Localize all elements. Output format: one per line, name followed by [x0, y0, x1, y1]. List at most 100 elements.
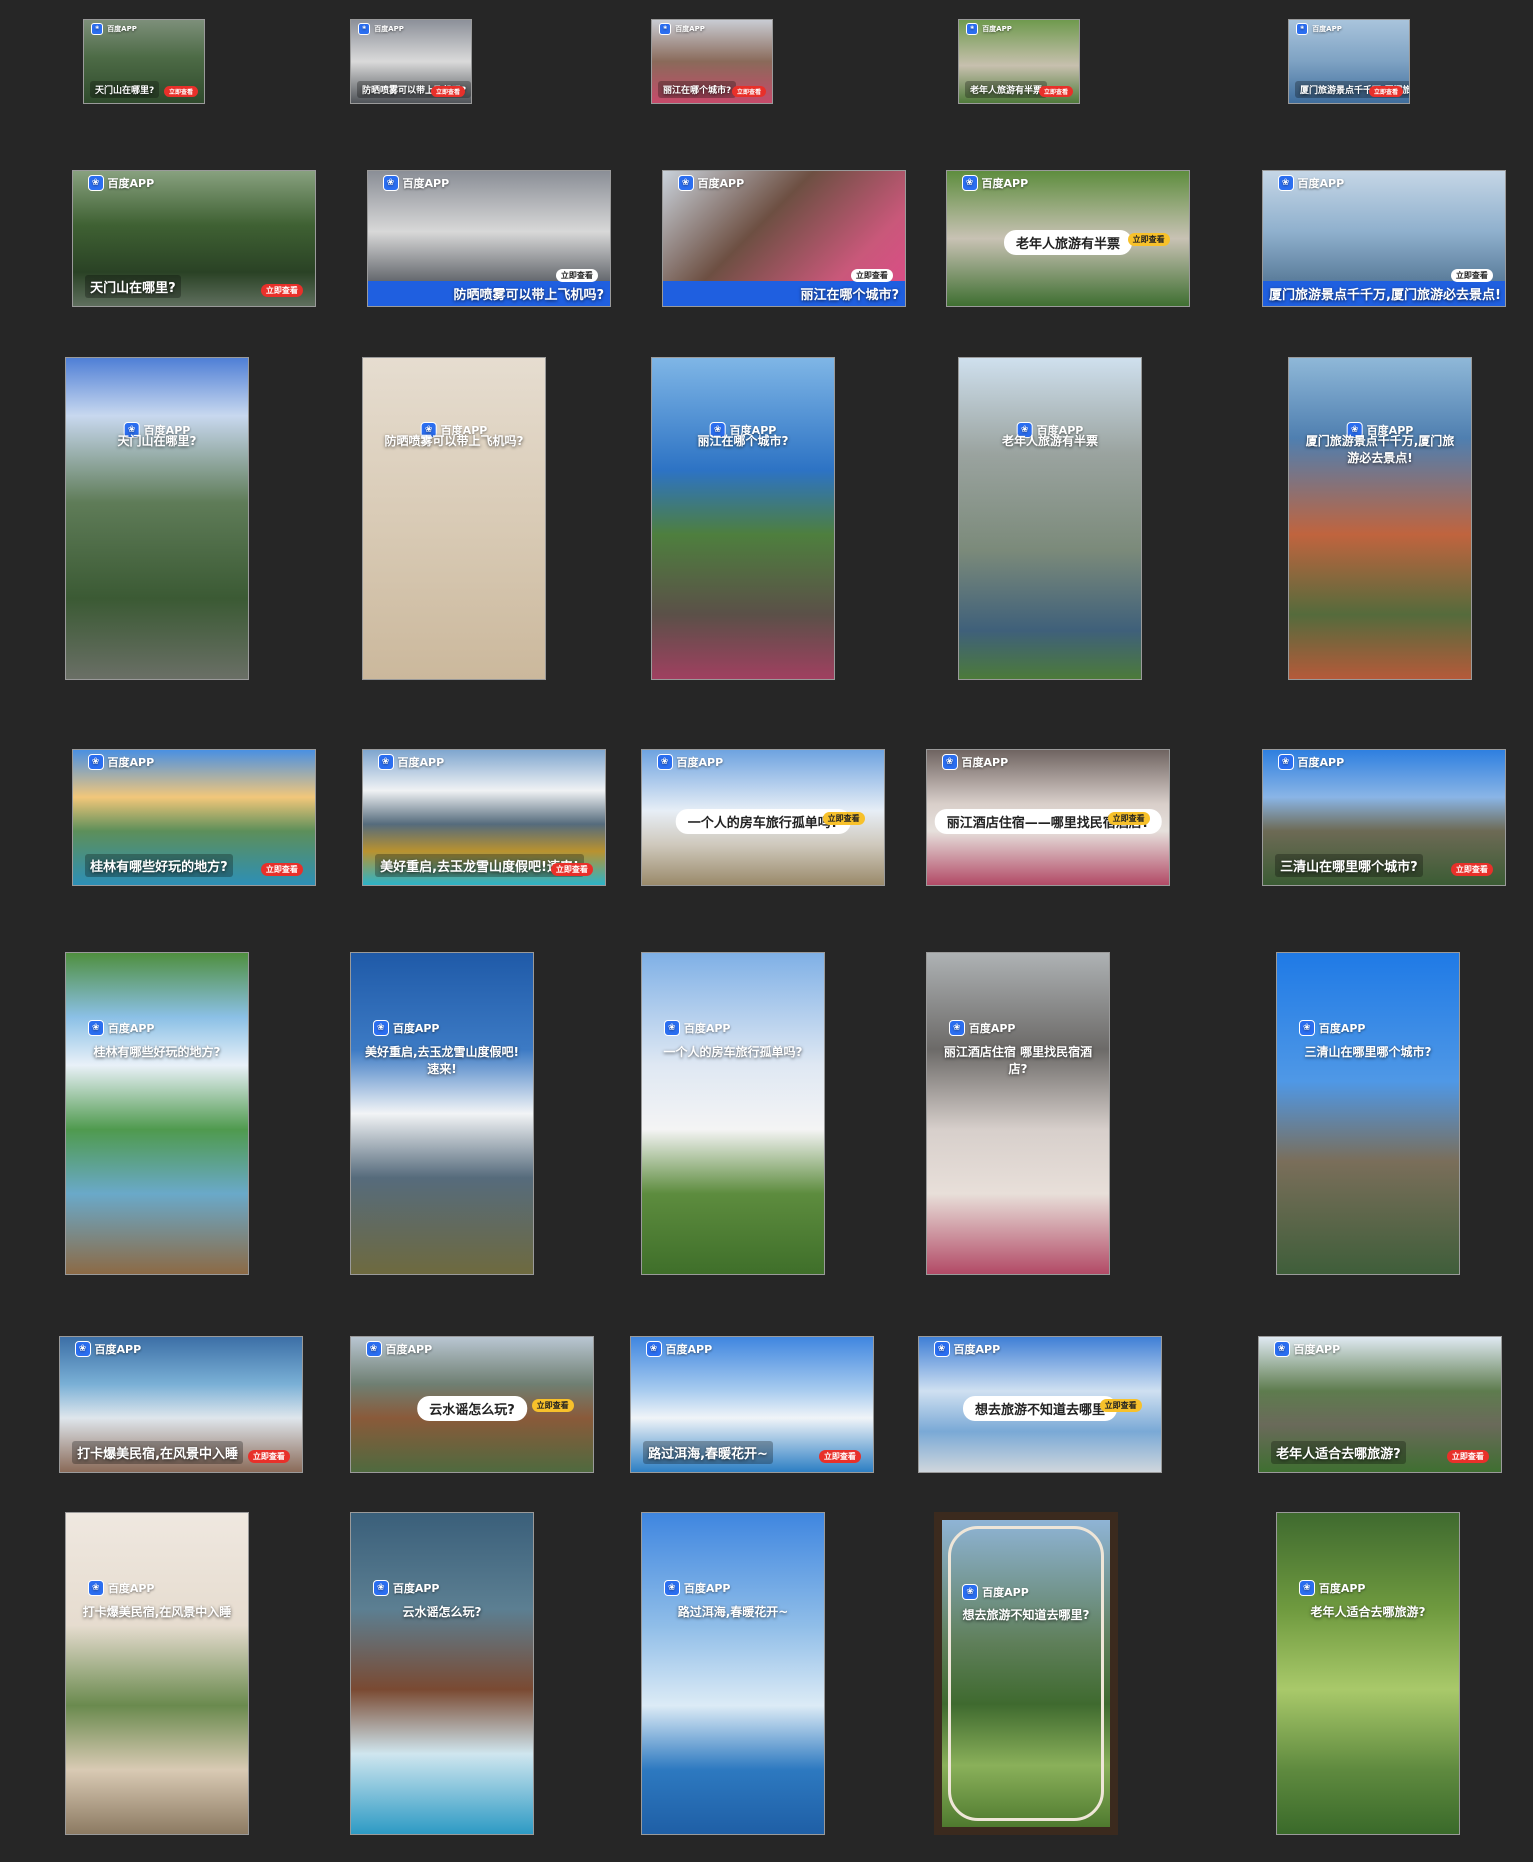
paw-icon: ❀ [677, 175, 694, 192]
view-now-button[interactable]: 立即查看 [1107, 812, 1150, 826]
ad-creative-17[interactable]: ❀ 百度APP 美好重启,去玉龙雪山度假吧!速来! 立即查看 [362, 749, 606, 886]
brand-label: 百度APP [392, 1022, 440, 1036]
baidu-app-logo: ❀ 百度APP [1298, 1580, 1365, 1597]
view-now-button[interactable]: 立即查看 [247, 1449, 290, 1463]
baidu-app-logo: ❀ 百度APP [966, 22, 1012, 35]
ad-creative-3[interactable]: ❀ 百度APP 丽江在哪个城市? 立即查看 [651, 19, 773, 104]
ad-creative-32[interactable]: ❀ 百度APP 云水谣怎么玩? [350, 1512, 534, 1835]
ad-creative-31[interactable]: ❀ 百度APP 打卡爆美民宿,在风景中入睡 [65, 1512, 249, 1835]
brand-label: 百度APP [94, 1343, 142, 1357]
ad-caption: 老年人适合去哪旅游? [1271, 1440, 1406, 1464]
ad-creative-26[interactable]: ❀ 百度APP 打卡爆美民宿,在风景中入睡 立即查看 [59, 1336, 303, 1473]
paw-icon: ❀ [1296, 22, 1309, 35]
paw-icon: ❀ [382, 175, 399, 192]
baidu-app-logo: ❀ 百度APP [87, 754, 154, 771]
ad-creative-22[interactable]: ❀ 百度APP 美好重启,去玉龙雪山度假吧!速来! [350, 952, 534, 1275]
baidu-app-logo: ❀ 百度APP [365, 1341, 433, 1358]
view-now-button[interactable]: 立即查看 [1446, 1449, 1489, 1463]
brand-label: 百度APP [392, 1582, 440, 1596]
baidu-app-logo: ❀ 百度APP [948, 1020, 1015, 1037]
ad-creative-29[interactable]: ❀ 百度APP 想去旅游不知道去哪里 立即查看 [918, 1336, 1162, 1473]
ad-creative-1[interactable]: ❀ 百度APP 天门山在哪里? 立即查看 [83, 19, 205, 104]
ad-creative-34[interactable]: ❀ 百度APP 想去旅游不知道去哪里? [934, 1512, 1118, 1835]
ad-caption: 天门山在哪里? [90, 81, 160, 99]
paw-icon: ❀ [1277, 175, 1294, 192]
ad-creative-33[interactable]: ❀ 百度APP 路过洱海,春暖花开~ [641, 1512, 825, 1835]
view-now-button[interactable]: 立即查看 [818, 1449, 861, 1463]
baidu-app-logo: ❀ 百度APP [663, 1020, 731, 1037]
view-now-button[interactable]: 立即查看 [822, 812, 865, 826]
ad-creative-7[interactable]: ❀ 百度APP 防晒喷雾可以带上飞机吗? 立即查看 [367, 170, 611, 307]
ad-creative-2[interactable]: ❀ 百度APP 防晒喷雾可以带上飞机吗? 立即查看 [350, 19, 472, 104]
ad-creative-14[interactable]: ❀ 百度APP 老年人旅游有半票 [958, 357, 1142, 680]
ad-creative-16[interactable]: ❀ 百度APP 桂林有哪些好玩的地方? 立即查看 [72, 749, 316, 886]
baidu-app-logo: ❀ 百度APP [659, 22, 705, 35]
ad-creative-23[interactable]: ❀ 百度APP 一个人的房车旅行孤单吗? [641, 952, 825, 1275]
ad-creative-30[interactable]: ❀ 百度APP 老年人适合去哪旅游? 立即查看 [1258, 1336, 1502, 1473]
paw-icon: ❀ [1277, 754, 1294, 771]
ad-creative-18[interactable]: ❀ 百度APP 一个人的房车旅行孤单吗? 立即查看 [641, 749, 885, 886]
ad-caption: 防晒喷雾可以带上飞机吗? [384, 433, 524, 448]
baidu-app-logo: ❀ 百度APP [358, 22, 404, 35]
baidu-app-logo: ❀ 百度APP [1277, 754, 1344, 771]
ad-creative-19[interactable]: ❀ 百度APP 丽江酒店住宿——哪里找民宿酒店? 立即查看 [926, 749, 1170, 886]
baidu-app-logo: ❀ 百度APP [377, 754, 444, 771]
baidu-app-logo: ❀ 百度APP [372, 1020, 440, 1037]
ad-creative-28[interactable]: ❀ 百度APP 路过洱海,春暖花开~ 立即查看 [630, 1336, 874, 1473]
brand-label: 百度APP [385, 1343, 433, 1357]
view-now-button[interactable]: 立即查看 [163, 86, 198, 98]
view-now-button[interactable]: 立即查看 [531, 1399, 574, 1413]
ad-creative-9[interactable]: ❀ 百度APP 老年人旅游有半票 立即查看 [946, 170, 1190, 307]
ad-creative-35[interactable]: ❀ 百度APP 老年人适合去哪旅游? [1276, 1512, 1460, 1835]
ad-creative-25[interactable]: ❀ 百度APP 三清山在哪里哪个城市? [1276, 952, 1460, 1275]
ad-caption: 三清山在哪里哪个城市? [1275, 853, 1423, 877]
ad-caption: 防晒喷雾可以带上飞机吗? [368, 281, 610, 306]
baidu-app-logo: ❀ 百度APP [1298, 1020, 1365, 1037]
paw-icon: ❀ [663, 1020, 680, 1037]
ad-caption: 想去旅游不知道去哪里 [962, 1396, 1118, 1422]
view-now-button[interactable]: 立即查看 [1038, 86, 1073, 98]
view-now-button[interactable]: 立即查看 [260, 283, 303, 297]
view-now-button[interactable]: 立即查看 [555, 268, 598, 282]
ad-caption: 云水谣怎么玩? [417, 1396, 527, 1422]
view-now-button[interactable]: 立即查看 [1368, 86, 1403, 98]
ad-creative-21[interactable]: ❀ 百度APP 桂林有哪些好玩的地方? [65, 952, 249, 1275]
ad-creative-6[interactable]: ❀ 百度APP 天门山在哪里? 立即查看 [72, 170, 316, 307]
ad-creative-10[interactable]: ❀ 百度APP 厦门旅游景点千千万,厦门旅游必去景点! 立即查看 [1262, 170, 1506, 307]
paw-icon: ❀ [372, 1580, 389, 1597]
paw-icon: ❀ [933, 1341, 950, 1358]
ad-creative-5[interactable]: ❀百度APP厦门旅游景点千千万,厦门旅游必去景点!立即查看 [1288, 19, 1410, 104]
brand-label: 百度APP [953, 1343, 1001, 1357]
paw-icon: ❀ [74, 1341, 91, 1358]
view-now-button[interactable]: 立即查看 [260, 862, 303, 876]
baidu-app-logo: ❀ 百度APP [645, 1341, 713, 1358]
view-now-button[interactable]: 立即查看 [1450, 862, 1493, 876]
ad-caption: 云水谣怎么玩? [402, 1604, 482, 1619]
baidu-app-logo: ❀ 百度APP [941, 754, 1008, 771]
ad-creative-8[interactable]: ❀ 百度APP 丽江在哪个城市? 立即查看 [662, 170, 906, 307]
ad-creative-4[interactable]: ❀ 百度APP 老年人旅游有半票 立即查看 [958, 19, 1080, 104]
brand-label: 百度APP [1297, 177, 1345, 191]
ad-creative-12[interactable]: ❀ 百度APP 防晒喷雾可以带上飞机吗? [362, 357, 546, 680]
brand-label: 百度APP [982, 24, 1012, 33]
paw-icon: ❀ [966, 22, 979, 35]
view-now-button[interactable]: 立即查看 [430, 86, 465, 98]
ad-creative-20[interactable]: ❀ 百度APP 三清山在哪里哪个城市? 立即查看 [1262, 749, 1506, 886]
view-now-button[interactable]: 立即查看 [550, 862, 593, 876]
ad-creative-24[interactable]: ❀ 百度APP 丽江酒店住宿 哪里找民宿酒店? [926, 952, 1110, 1275]
brand-label: 百度APP [683, 1022, 731, 1036]
view-now-button[interactable]: 立即查看 [850, 268, 893, 282]
ad-creative-27[interactable]: ❀ 百度APP 云水谣怎么玩? 立即查看 [350, 1336, 594, 1473]
ad-caption: 丽江在哪个城市? [697, 433, 789, 448]
brand-label: 百度APP [665, 1343, 713, 1357]
view-now-button[interactable]: 立即查看 [1099, 1399, 1142, 1413]
view-now-button[interactable]: 立即查看 [1450, 268, 1493, 282]
ad-creative-15[interactable]: ❀ 百度APP 厦门旅游景点千千万,厦门旅游必去景点! [1288, 357, 1472, 680]
view-now-button[interactable]: 立即查看 [1127, 233, 1170, 247]
ad-creative-11[interactable]: ❀ 百度APP 天门山在哪里? [65, 357, 249, 680]
brand-label: 百度APP [107, 1582, 155, 1596]
paw-icon: ❀ [941, 754, 958, 771]
ad-caption: 老年人适合去哪旅游? [1310, 1604, 1426, 1619]
view-now-button[interactable]: 立即查看 [731, 86, 766, 98]
ad-creative-13[interactable]: ❀ 百度APP 丽江在哪个城市? [651, 357, 835, 680]
